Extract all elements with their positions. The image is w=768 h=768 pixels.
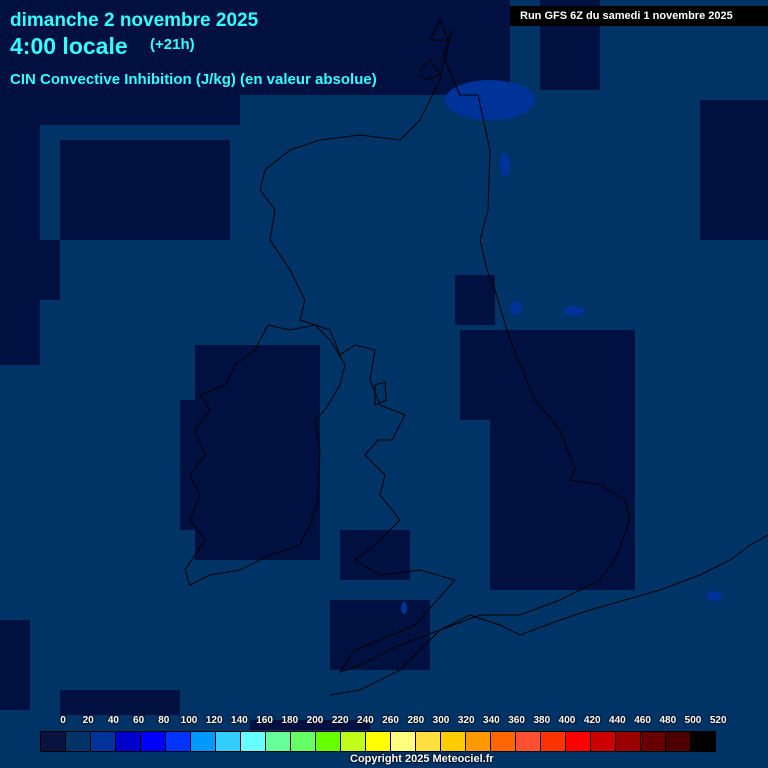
legend-label: 500 [684, 715, 702, 726]
legend-label: 460 [634, 715, 651, 726]
legend-swatch [166, 732, 191, 751]
parameter-title: CIN Convective Inhibition (J/kg) (en val… [10, 71, 377, 88]
legend-swatch [366, 732, 391, 751]
legend-swatch [666, 732, 691, 751]
legend-label: 320 [457, 715, 475, 726]
legend-swatch [91, 732, 116, 751]
legend-swatch [416, 732, 441, 751]
legend-swatch [391, 732, 416, 751]
legend-label: 180 [281, 715, 299, 726]
copyright: Copyright 2025 Meteociel.fr [350, 753, 494, 765]
legend-label: 440 [609, 715, 626, 726]
legend-label: 360 [508, 715, 525, 726]
legend-label: 240 [357, 715, 374, 726]
cin-map [0, 0, 768, 730]
model-run-label: Run GFS 6Z du samedi 1 novembre 2025 [510, 6, 768, 26]
legend-swatch [491, 732, 516, 751]
legend-swatch [141, 732, 166, 751]
legend-label: 40 [107, 715, 119, 726]
legend-swatch [291, 732, 316, 751]
legend-swatch [691, 732, 715, 751]
forecast-date: dimanche 2 novembre 2025 [10, 10, 259, 31]
legend-label: 480 [659, 715, 677, 726]
legend-label: 80 [158, 715, 170, 726]
legend-swatch [541, 732, 566, 751]
legend-swatch [191, 732, 216, 751]
legend-swatch [641, 732, 666, 751]
legend-swatch [116, 732, 141, 751]
legend-label: 140 [231, 715, 248, 726]
legend-label: 340 [483, 715, 500, 726]
isle-of-man-coast [374, 381, 387, 406]
legend-label: 400 [558, 715, 576, 726]
legend-label: 200 [306, 715, 324, 726]
legend-label: 300 [432, 715, 450, 726]
legend-label: 220 [331, 715, 349, 726]
legend-swatch [566, 732, 591, 751]
legend-label: 100 [180, 715, 198, 726]
legend-label: 260 [382, 715, 399, 726]
legend-label: 520 [709, 715, 727, 726]
legend-label: 60 [133, 715, 145, 726]
legend-swatch [466, 732, 491, 751]
legend-swatch [616, 732, 641, 751]
forecast-local-time: 4:00 locale [10, 33, 128, 59]
legend-swatch [316, 732, 341, 751]
legend-swatch [266, 732, 291, 751]
legend-label: 160 [256, 715, 273, 726]
legend-label: 20 [82, 715, 94, 726]
legend-swatch [216, 732, 241, 751]
legend-label: 0 [60, 715, 66, 726]
legend-swatch [66, 732, 91, 751]
legend-swatch [591, 732, 616, 751]
legend-swatch [241, 732, 266, 751]
color-legend [40, 731, 716, 752]
legend-swatch [441, 732, 466, 751]
legend-swatch [516, 732, 541, 751]
legend-label: 280 [407, 715, 425, 726]
legend-label: 420 [583, 715, 601, 726]
legend-label: 380 [533, 715, 551, 726]
legend-swatch [41, 732, 66, 751]
low-cin-areas [0, 0, 768, 730]
forecast-lead-time: (+21h) [150, 36, 195, 53]
legend-label: 120 [205, 715, 223, 726]
legend-swatch [341, 732, 366, 751]
